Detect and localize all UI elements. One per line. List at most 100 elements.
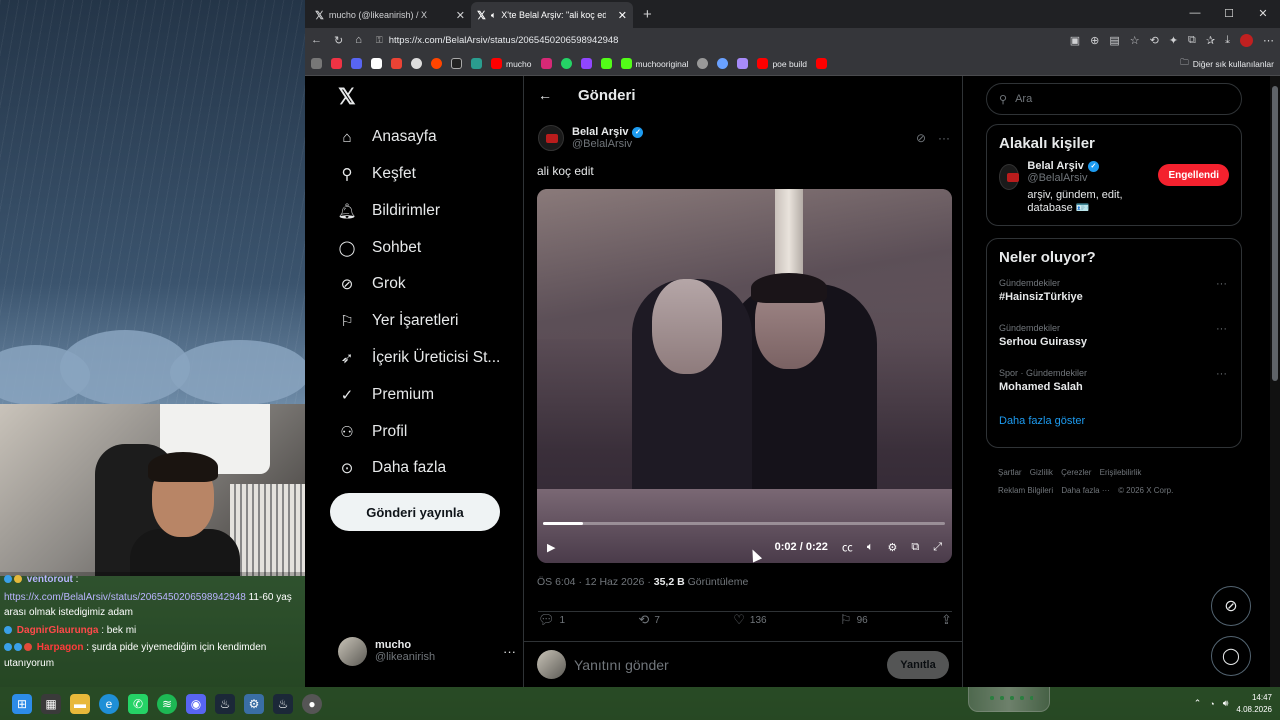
nav-home[interactable]: ⌂ Anasayfa — [338, 122, 436, 152]
url-field[interactable]: ⚿ https://x.com/BelalArsiv/status/206545… — [376, 35, 619, 46]
speaker-icon[interactable]: 🔈︎ — [491, 10, 496, 21]
favorites-icon[interactable]: ✰ — [1206, 34, 1215, 47]
explorer-icon[interactable]: ▬ — [70, 693, 90, 714]
bookmark-muchooriginal[interactable]: muchooriginal — [620, 58, 688, 69]
bookmark-icon[interactable] — [580, 58, 592, 69]
footer-link[interactable]: Reklam Bilgileri — [998, 486, 1053, 495]
spotify-icon[interactable]: ≋ — [157, 693, 177, 714]
reply-input[interactable]: Yanıtını gönder — [574, 657, 669, 673]
video-player[interactable]: ▶ 0:02 / 0:22 ㏄ 🔈︎ ⚙ ⧉ ⤢ — [537, 189, 952, 563]
bookmark-icon[interactable] — [431, 58, 442, 69]
bookmark-poe-build[interactable]: poe build — [757, 58, 807, 69]
footer-link[interactable]: Erişilebilirlik — [1100, 468, 1142, 477]
messages-fab-button[interactable]: ◯ — [1211, 636, 1251, 676]
site-info-icon[interactable]: ⚿ — [376, 35, 383, 46]
discord-icon[interactable]: ◉ — [186, 693, 206, 714]
steam-icon[interactable]: ♨ — [215, 693, 235, 714]
pip-icon[interactable]: ⧉ — [911, 541, 919, 554]
play-icon[interactable]: ▶ — [547, 541, 555, 554]
bookmark-icon[interactable] — [737, 58, 749, 69]
trend-item[interactable]: Spor · Gündemdekiler Mohamed Salah ··· — [987, 362, 1241, 407]
grok-icon[interactable]: ⊘ — [916, 131, 926, 145]
related-handle[interactable]: @BelalArsiv — [1027, 172, 1150, 184]
footer-link[interactable]: Şartlar — [998, 468, 1022, 477]
account-switcher[interactable]: mucho @likeanirish ··· — [338, 631, 516, 671]
x-logo-icon[interactable]: 𝕏 — [338, 84, 356, 110]
author-handle[interactable]: @BelalArsiv — [572, 138, 643, 150]
bookmark-icon[interactable] — [311, 58, 322, 69]
reload-icon[interactable]: ↻ — [334, 34, 343, 47]
nav-chat[interactable]: ◯ Sohbet — [338, 233, 422, 263]
store-icon[interactable]: ▦ — [41, 693, 61, 714]
more-icon[interactable]: ··· — [938, 131, 950, 145]
network-icon[interactable]: ◔ — [1209, 699, 1214, 709]
close-icon[interactable]: ✕ — [456, 9, 465, 22]
share-button[interactable]: ⇪ — [941, 612, 952, 628]
avatar[interactable] — [999, 164, 1020, 190]
apps-icon[interactable]: ▣ — [1070, 34, 1080, 47]
bookmark-icon[interactable] — [451, 58, 462, 69]
split-icon[interactable]: ⧉ — [1188, 34, 1196, 47]
back-icon[interactable]: ← — [311, 34, 322, 46]
steam-icon[interactable]: ♨ — [273, 693, 293, 714]
zoom-icon[interactable]: ⊕ — [1090, 34, 1099, 47]
tab-post[interactable]: 𝕏 🔈︎ X'te Belal Arşiv: "ali koç edit h ✕ — [471, 2, 633, 28]
bookmark-icon[interactable] — [351, 58, 362, 69]
nav-explore[interactable]: ⚲ Keşfet — [338, 159, 416, 189]
menu-icon[interactable]: ⋯ — [1263, 34, 1274, 47]
reader-icon[interactable]: ▤ — [1109, 34, 1119, 47]
bookmark-icon[interactable] — [371, 58, 382, 69]
nav-more[interactable]: ⊙ Daha fazla — [338, 453, 446, 483]
show-more-link[interactable]: Daha fazla göster — [987, 407, 1241, 435]
footer-link[interactable]: Çerezler — [1061, 468, 1091, 477]
nav-grok[interactable]: ⊘ Grok — [338, 269, 406, 299]
post-button[interactable]: Gönderi yayınla — [330, 493, 500, 531]
nav-creator-studio[interactable]: ➶ İçerik Üreticisi St... — [338, 343, 501, 373]
new-tab-button[interactable]: + — [643, 6, 652, 23]
more-icon[interactable]: ··· — [1216, 278, 1227, 290]
reply-button[interactable]: 💬︎ 1 — [538, 612, 565, 628]
avatar[interactable] — [538, 125, 564, 151]
video-progress-bar[interactable] — [543, 522, 945, 525]
whatsapp-icon[interactable]: ✆ — [128, 693, 148, 714]
bookmark-icon[interactable] — [391, 58, 402, 69]
bookmark-icon[interactable] — [471, 58, 482, 69]
chevron-up-icon[interactable]: ⌃ — [1194, 698, 1202, 709]
back-arrow-icon[interactable]: ← — [538, 87, 552, 103]
volume-icon[interactable]: 🔈︎ — [867, 541, 874, 554]
footer-link[interactable]: Daha fazla ··· — [1061, 486, 1109, 495]
related-name[interactable]: Belal Arşiv — [1027, 160, 1083, 172]
trend-item[interactable]: Gündemdekiler #HainsizTürkiye ··· — [987, 272, 1241, 317]
tab-mucho[interactable]: 𝕏 mucho (@likeanirish) / X ✕ — [309, 2, 471, 28]
grok-fab-button[interactable]: ⊘ — [1211, 586, 1251, 626]
like-button[interactable]: ♡ 136 — [733, 612, 766, 628]
nav-bookmarks[interactable]: ⚐ Yer İşaretleri — [338, 306, 458, 336]
volume-icon[interactable]: 🔊︎ — [1223, 698, 1229, 709]
app-icon[interactable]: ● — [302, 693, 322, 714]
more-icon[interactable]: ··· — [1216, 323, 1227, 335]
nav-profile[interactable]: ⚇ Profil — [338, 417, 407, 447]
nav-premium[interactable]: ✓ Premium — [338, 380, 434, 410]
home-icon[interactable]: ⌂ — [355, 34, 362, 46]
bookmark-icon[interactable] — [331, 58, 342, 69]
settings-icon[interactable]: ⚙ — [887, 541, 897, 554]
other-bookmarks[interactable]: 🗀 Diğer sık kullanılanlar — [1180, 57, 1274, 71]
trend-item[interactable]: Gündemdekiler Serhou Guirassy ··· — [987, 317, 1241, 362]
more-icon[interactable]: ··· — [1216, 368, 1227, 380]
footer-link[interactable]: Gizlilik — [1030, 468, 1053, 477]
author-name[interactable]: Belal Arşiv — [572, 126, 628, 138]
reply-submit-button[interactable]: Yanıtla — [887, 650, 949, 679]
favorite-icon[interactable]: ☆ — [1130, 34, 1140, 47]
blocked-button[interactable]: Engellendi — [1158, 164, 1229, 186]
search-input[interactable]: ⚲ Ara — [986, 83, 1242, 115]
close-window-button[interactable]: ✕ — [1246, 0, 1280, 26]
start-icon[interactable]: ⊞ — [12, 693, 32, 714]
repost-button[interactable]: ⟲ 7 — [638, 612, 659, 628]
nav-notifications[interactable]: 🔔︎ Bildirimler — [337, 196, 440, 226]
edge-icon[interactable]: e — [99, 693, 119, 714]
fullscreen-icon[interactable]: ⤢ — [933, 541, 942, 554]
bookmark-icon[interactable] — [411, 58, 422, 69]
scrollbar[interactable] — [1270, 76, 1280, 687]
extensions-icon[interactable]: ✦ — [1169, 34, 1178, 47]
more-icon[interactable]: ··· — [503, 644, 516, 659]
